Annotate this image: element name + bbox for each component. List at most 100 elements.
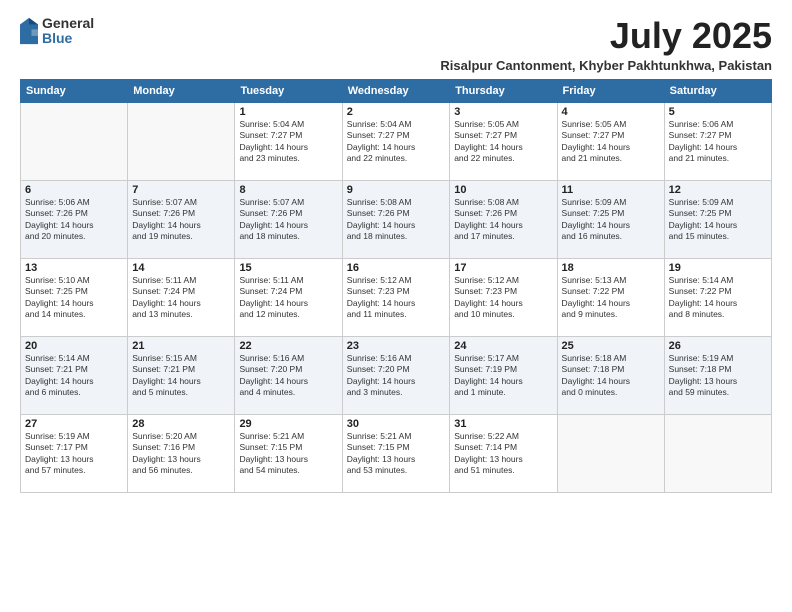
day-info: Sunrise: 5:20 AM Sunset: 7:16 PM Dayligh… [132,431,230,477]
day-info: Sunrise: 5:04 AM Sunset: 7:27 PM Dayligh… [239,119,337,165]
calendar-week-row: 1Sunrise: 5:04 AM Sunset: 7:27 PM Daylig… [21,102,772,180]
table-row: 25Sunrise: 5:18 AM Sunset: 7:18 PM Dayli… [557,336,664,414]
day-number: 11 [562,184,660,196]
day-info: Sunrise: 5:06 AM Sunset: 7:27 PM Dayligh… [669,119,767,165]
day-number: 14 [132,262,230,274]
table-row: 22Sunrise: 5:16 AM Sunset: 7:20 PM Dayli… [235,336,342,414]
calendar-week-row: 13Sunrise: 5:10 AM Sunset: 7:25 PM Dayli… [21,258,772,336]
table-row: 14Sunrise: 5:11 AM Sunset: 7:24 PM Dayli… [128,258,235,336]
table-row: 13Sunrise: 5:10 AM Sunset: 7:25 PM Dayli… [21,258,128,336]
day-info: Sunrise: 5:12 AM Sunset: 7:23 PM Dayligh… [347,275,446,321]
day-info: Sunrise: 5:16 AM Sunset: 7:20 PM Dayligh… [347,353,446,399]
day-number: 20 [25,340,123,352]
table-row: 10Sunrise: 5:08 AM Sunset: 7:26 PM Dayli… [450,180,557,258]
day-info: Sunrise: 5:14 AM Sunset: 7:21 PM Dayligh… [25,353,123,399]
day-info: Sunrise: 5:13 AM Sunset: 7:22 PM Dayligh… [562,275,660,321]
table-row [664,414,771,492]
day-number: 29 [239,418,337,430]
header-wednesday: Wednesday [342,79,450,102]
day-info: Sunrise: 5:09 AM Sunset: 7:25 PM Dayligh… [669,197,767,243]
day-number: 18 [562,262,660,274]
table-row: 15Sunrise: 5:11 AM Sunset: 7:24 PM Dayli… [235,258,342,336]
table-row: 9Sunrise: 5:08 AM Sunset: 7:26 PM Daylig… [342,180,450,258]
table-row: 2Sunrise: 5:04 AM Sunset: 7:27 PM Daylig… [342,102,450,180]
day-number: 5 [669,106,767,118]
day-number: 15 [239,262,337,274]
day-number: 23 [347,340,446,352]
table-row: 19Sunrise: 5:14 AM Sunset: 7:22 PM Dayli… [664,258,771,336]
day-info: Sunrise: 5:08 AM Sunset: 7:26 PM Dayligh… [454,197,552,243]
table-row: 4Sunrise: 5:05 AM Sunset: 7:27 PM Daylig… [557,102,664,180]
day-info: Sunrise: 5:14 AM Sunset: 7:22 PM Dayligh… [669,275,767,321]
day-number: 26 [669,340,767,352]
table-row: 7Sunrise: 5:07 AM Sunset: 7:26 PM Daylig… [128,180,235,258]
logo-icon [20,17,38,45]
day-number: 9 [347,184,446,196]
table-row: 24Sunrise: 5:17 AM Sunset: 7:19 PM Dayli… [450,336,557,414]
day-info: Sunrise: 5:16 AM Sunset: 7:20 PM Dayligh… [239,353,337,399]
day-info: Sunrise: 5:05 AM Sunset: 7:27 PM Dayligh… [454,119,552,165]
table-row: 3Sunrise: 5:05 AM Sunset: 7:27 PM Daylig… [450,102,557,180]
table-row: 30Sunrise: 5:21 AM Sunset: 7:15 PM Dayli… [342,414,450,492]
day-number: 28 [132,418,230,430]
day-info: Sunrise: 5:19 AM Sunset: 7:17 PM Dayligh… [25,431,123,477]
day-info: Sunrise: 5:18 AM Sunset: 7:18 PM Dayligh… [562,353,660,399]
table-row: 8Sunrise: 5:07 AM Sunset: 7:26 PM Daylig… [235,180,342,258]
day-number: 8 [239,184,337,196]
day-info: Sunrise: 5:12 AM Sunset: 7:23 PM Dayligh… [454,275,552,321]
table-row: 17Sunrise: 5:12 AM Sunset: 7:23 PM Dayli… [450,258,557,336]
table-row: 29Sunrise: 5:21 AM Sunset: 7:15 PM Dayli… [235,414,342,492]
day-info: Sunrise: 5:11 AM Sunset: 7:24 PM Dayligh… [132,275,230,321]
day-number: 10 [454,184,552,196]
header: General Blue July 2025 Risalpur Cantonme… [20,16,772,73]
day-number: 2 [347,106,446,118]
table-row: 11Sunrise: 5:09 AM Sunset: 7:25 PM Dayli… [557,180,664,258]
day-number: 19 [669,262,767,274]
day-number: 31 [454,418,552,430]
logo: General Blue [20,16,94,47]
calendar-table: Sunday Monday Tuesday Wednesday Thursday… [20,79,772,493]
logo-general-text: General [42,16,94,31]
location-title: Risalpur Cantonment, Khyber Pakhtunkhwa,… [440,58,772,73]
table-row: 18Sunrise: 5:13 AM Sunset: 7:22 PM Dayli… [557,258,664,336]
day-number: 24 [454,340,552,352]
day-info: Sunrise: 5:11 AM Sunset: 7:24 PM Dayligh… [239,275,337,321]
day-info: Sunrise: 5:06 AM Sunset: 7:26 PM Dayligh… [25,197,123,243]
table-row: 28Sunrise: 5:20 AM Sunset: 7:16 PM Dayli… [128,414,235,492]
day-info: Sunrise: 5:21 AM Sunset: 7:15 PM Dayligh… [347,431,446,477]
logo-text: General Blue [42,16,94,47]
day-number: 21 [132,340,230,352]
day-info: Sunrise: 5:08 AM Sunset: 7:26 PM Dayligh… [347,197,446,243]
day-number: 13 [25,262,123,274]
weekday-header-row: Sunday Monday Tuesday Wednesday Thursday… [21,79,772,102]
table-row [557,414,664,492]
table-row: 31Sunrise: 5:22 AM Sunset: 7:14 PM Dayli… [450,414,557,492]
day-info: Sunrise: 5:05 AM Sunset: 7:27 PM Dayligh… [562,119,660,165]
header-sunday: Sunday [21,79,128,102]
page: General Blue July 2025 Risalpur Cantonme… [0,0,792,612]
table-row: 1Sunrise: 5:04 AM Sunset: 7:27 PM Daylig… [235,102,342,180]
table-row: 21Sunrise: 5:15 AM Sunset: 7:21 PM Dayli… [128,336,235,414]
day-info: Sunrise: 5:07 AM Sunset: 7:26 PM Dayligh… [132,197,230,243]
calendar-week-row: 20Sunrise: 5:14 AM Sunset: 7:21 PM Dayli… [21,336,772,414]
day-number: 12 [669,184,767,196]
day-number: 22 [239,340,337,352]
table-row [21,102,128,180]
table-row [128,102,235,180]
table-row: 26Sunrise: 5:19 AM Sunset: 7:18 PM Dayli… [664,336,771,414]
day-info: Sunrise: 5:21 AM Sunset: 7:15 PM Dayligh… [239,431,337,477]
day-info: Sunrise: 5:07 AM Sunset: 7:26 PM Dayligh… [239,197,337,243]
day-info: Sunrise: 5:04 AM Sunset: 7:27 PM Dayligh… [347,119,446,165]
day-info: Sunrise: 5:17 AM Sunset: 7:19 PM Dayligh… [454,353,552,399]
header-friday: Friday [557,79,664,102]
calendar-week-row: 27Sunrise: 5:19 AM Sunset: 7:17 PM Dayli… [21,414,772,492]
table-row: 12Sunrise: 5:09 AM Sunset: 7:25 PM Dayli… [664,180,771,258]
day-info: Sunrise: 5:15 AM Sunset: 7:21 PM Dayligh… [132,353,230,399]
month-title: July 2025 [440,16,772,56]
title-block: July 2025 Risalpur Cantonment, Khyber Pa… [440,16,772,73]
day-number: 6 [25,184,123,196]
day-number: 27 [25,418,123,430]
day-number: 1 [239,106,337,118]
table-row: 23Sunrise: 5:16 AM Sunset: 7:20 PM Dayli… [342,336,450,414]
table-row: 6Sunrise: 5:06 AM Sunset: 7:26 PM Daylig… [21,180,128,258]
